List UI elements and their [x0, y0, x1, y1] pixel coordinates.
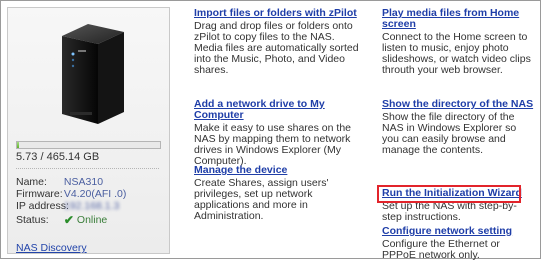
divider	[16, 168, 159, 169]
play-media-link[interactable]: Play media files from Home screen	[382, 8, 534, 30]
initialization-wizard-desc: Set up the NAS with step-by-step instruc…	[382, 200, 517, 223]
manage-device-desc: Create Shares, assign users' privileges,…	[194, 177, 329, 222]
firmware-value: V4.20(AFI .0)	[63, 188, 127, 200]
nsa-home-panel: 5.73 / 465.14 GB Name: NSA310 Firmware: …	[0, 0, 541, 261]
info-row-ip: IP address: 192.168.1.3	[16, 200, 119, 212]
storage-usage-fill	[17, 142, 19, 148]
configure-network-desc: Configure the Ethernet or PPPoE network …	[382, 238, 500, 261]
add-network-drive-desc: Make it easy to use shares on the NAS by…	[194, 122, 352, 167]
name-label: Name:	[16, 176, 47, 188]
action-manage: Manage the device Create Shares, assign …	[194, 165, 364, 222]
info-row-firmware: Firmware: V4.20(AFI .0)	[16, 188, 126, 200]
import-zpilot-link[interactable]: Import files or folders with zPilot	[194, 8, 357, 19]
name-value: NSA310	[63, 176, 104, 188]
action-play-media: Play media files from Home screen Connec…	[382, 8, 534, 76]
check-icon: ✔	[63, 213, 74, 227]
ip-value: 192.168.1.3	[63, 200, 120, 212]
storage-usage-bar	[16, 141, 161, 149]
device-info-panel: 5.73 / 465.14 GB Name: NSA310 Firmware: …	[7, 7, 170, 254]
wizard-highlight-box	[377, 185, 521, 203]
info-row-status: Status: ✔ Online	[16, 213, 107, 227]
action-add-drive: Add a network drive to My Computer Make …	[194, 99, 364, 167]
firmware-label: Firmware:	[16, 188, 63, 200]
nas-device-image	[58, 20, 128, 128]
import-zpilot-desc: Drag and drop files or folders onto zPil…	[194, 20, 359, 76]
add-network-drive-link[interactable]: Add a network drive to My Computer	[194, 99, 364, 121]
show-directory-desc: Show the file directory of the NAS in Wi…	[382, 111, 517, 156]
storage-usage-text: 5.73 / 465.14 GB	[16, 151, 100, 163]
info-row-name: Name: NSA310	[16, 176, 103, 188]
action-network: Configure network setting Configure the …	[382, 226, 534, 261]
action-import: Import files or folders with zPilot Drag…	[194, 8, 364, 76]
configure-network-link[interactable]: Configure network setting	[382, 226, 512, 237]
action-show-directory: Show the directory of the NAS Show the f…	[382, 99, 534, 156]
nas-discovery-link[interactable]: NAS Discovery	[16, 242, 87, 254]
show-directory-link[interactable]: Show the directory of the NAS	[382, 99, 533, 110]
ip-label: IP address:	[16, 200, 69, 212]
play-media-desc: Connect to the Home screen to listen to …	[382, 31, 531, 76]
status-value: Online	[76, 214, 108, 226]
status-label: Status:	[16, 214, 49, 226]
manage-device-link[interactable]: Manage the device	[194, 165, 287, 176]
